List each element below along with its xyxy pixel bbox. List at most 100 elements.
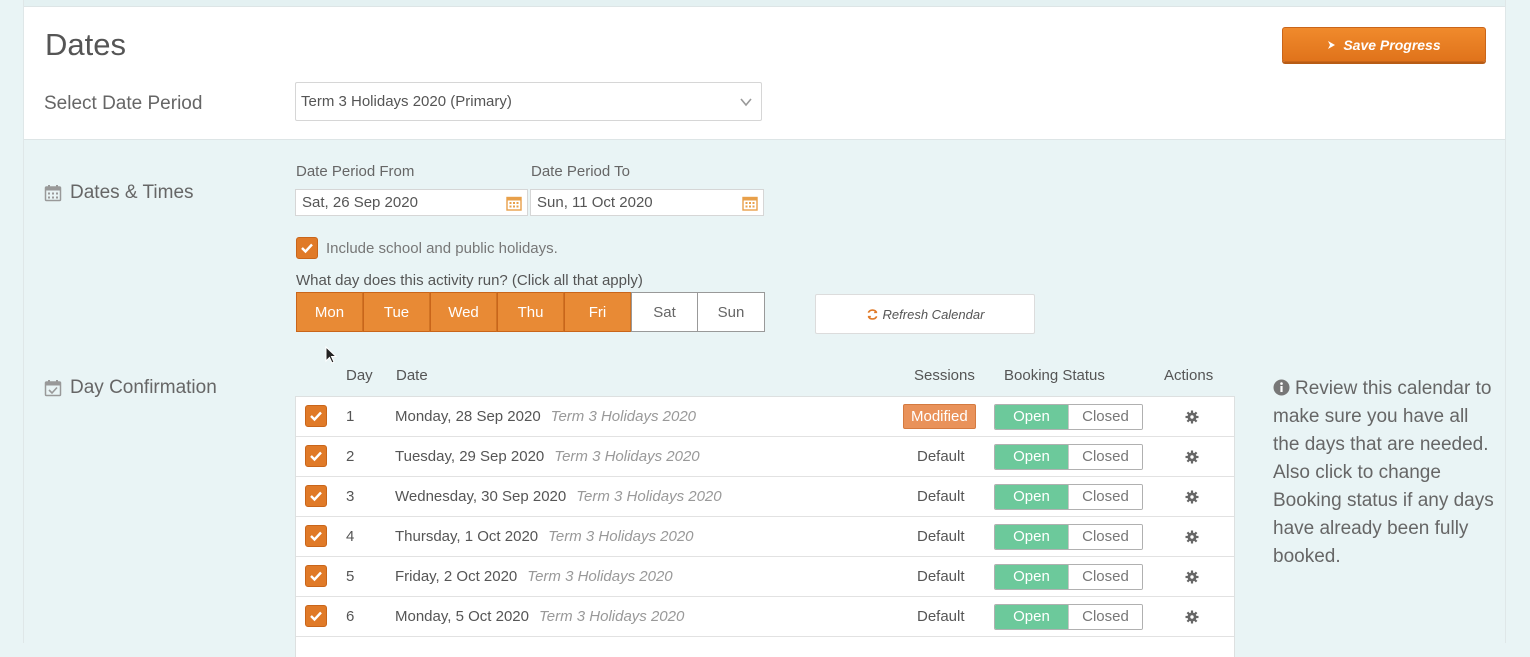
date-to-input[interactable]: Sun, 11 Oct 2020	[530, 189, 764, 216]
include-holidays-label: Include school and public holidays.	[326, 240, 558, 257]
day-toggle-wed[interactable]: Wed	[430, 292, 497, 332]
checkmark-icon	[310, 611, 322, 622]
gear-icon[interactable]	[1185, 490, 1199, 504]
day-toggle-tue[interactable]: Tue	[363, 292, 430, 332]
sessions-modified-badge[interactable]: Modified	[903, 404, 976, 429]
day-confirm-checkbox[interactable]	[305, 485, 327, 507]
column-header-actions: Actions	[1164, 367, 1214, 384]
status-closed-button[interactable]: Closed	[1068, 524, 1142, 549]
top-strip	[24, 0, 1505, 7]
save-arrow-icon	[1328, 40, 1336, 49]
day-toggle-sun[interactable]: Sun	[698, 292, 765, 332]
term-name: Term 3 Holidays 2020	[538, 608, 685, 625]
day-number: 1	[346, 408, 355, 425]
day-confirm-checkbox[interactable]	[305, 565, 327, 587]
date-cell: Wednesday, 30 Sep 2020 Term 3 Holidays 20…	[395, 477, 722, 516]
table-row: 1 Monday, 28 Sep 2020 Term 3 Holidays 202…	[296, 397, 1234, 437]
table-row: 4 Thursday, 1 Oct 2020 Term 3 Holidays 20…	[296, 517, 1234, 557]
date-text: Tuesday, 29 Sep 2020	[395, 448, 545, 465]
date-text: Wednesday, 30 Sep 2020	[395, 488, 567, 505]
day-toggle-thu[interactable]: Thu	[497, 292, 564, 332]
calendar-review-hint: Review this calendar to make sure you ha…	[1273, 375, 1495, 571]
day-toggle-fri[interactable]: Fri	[564, 292, 631, 332]
day-confirm-checkbox[interactable]	[305, 405, 327, 427]
status-open-button[interactable]: Open	[995, 444, 1068, 469]
term-name: Term 3 Holidays 2020	[548, 528, 694, 545]
calendar-icon	[44, 185, 62, 202]
dates-times-label-text: Dates & Times	[70, 182, 194, 203]
status-closed-button[interactable]: Closed	[1068, 564, 1142, 589]
column-header-sessions: Sessions	[914, 367, 975, 384]
sessions-cell: Default	[917, 608, 965, 625]
gear-icon[interactable]	[1185, 410, 1199, 424]
status-open-button[interactable]: Open	[995, 404, 1068, 429]
day-number: 3	[346, 488, 355, 505]
date-period-select[interactable]: Term 3 Holidays 2020 (Primary)	[295, 82, 762, 121]
include-holidays-checkbox[interactable]	[296, 237, 318, 259]
day-confirm-checkbox[interactable]	[305, 605, 327, 627]
status-closed-button[interactable]: Closed	[1068, 404, 1142, 429]
date-cell: Thursday, 1 Oct 2020 Term 3 Holidays 2020	[395, 517, 694, 556]
status-open-button[interactable]: Open	[995, 604, 1068, 629]
status-open-button[interactable]: Open	[995, 484, 1068, 509]
gear-icon[interactable]	[1185, 610, 1199, 624]
activity-days-question: What day does this activity run? (Click …	[296, 272, 643, 289]
date-text: Thursday, 1 Oct 2020	[395, 528, 539, 545]
refresh-calendar-button[interactable]: Refresh Calendar	[815, 294, 1035, 334]
gear-icon[interactable]	[1185, 530, 1199, 544]
calendar-check-icon	[44, 380, 62, 397]
actions-cell	[1185, 557, 1199, 596]
sessions-cell: Default	[917, 528, 965, 545]
day-toggle-sat[interactable]: Sat	[631, 292, 698, 332]
calendar-icon[interactable]	[506, 195, 522, 211]
day-toggle-mon[interactable]: Mon	[296, 292, 363, 332]
date-cell: Monday, 5 Oct 2020 Term 3 Holidays 2020	[395, 597, 684, 636]
info-icon	[1273, 379, 1290, 396]
status-closed-button[interactable]: Closed	[1068, 444, 1142, 469]
actions-cell	[1185, 477, 1199, 516]
save-progress-button[interactable]: Save Progress	[1282, 27, 1486, 62]
term-name: Term 3 Holidays 2020	[550, 408, 697, 425]
actions-cell	[1185, 597, 1199, 636]
booking-status-toggle: Open Closed	[994, 517, 1143, 556]
status-open-button[interactable]: Open	[995, 524, 1068, 549]
save-progress-label: Save Progress	[1343, 36, 1441, 53]
date-text: Friday, 2 Oct 2020	[395, 568, 518, 585]
date-text: Monday, 28 Sep 2020	[395, 408, 541, 425]
main-card: Dates Save Progress Select Date Period T…	[23, 0, 1506, 657]
date-text: Monday, 5 Oct 2020	[395, 608, 529, 625]
date-cell: Friday, 2 Oct 2020 Term 3 Holidays 2020	[395, 557, 673, 596]
checkmark-icon	[310, 451, 322, 462]
date-to-value: Sun, 11 Oct 2020	[537, 194, 653, 211]
sessions-cell: Default	[917, 568, 965, 585]
date-from-input[interactable]: Sat, 26 Sep 2020	[295, 189, 528, 216]
day-confirm-checkbox[interactable]	[305, 525, 327, 547]
term-name: Term 3 Holidays 2020	[576, 488, 722, 505]
sessions-cell: Default	[917, 488, 965, 505]
checkmark-icon	[310, 531, 322, 542]
gear-icon[interactable]	[1185, 570, 1199, 584]
booking-status-toggle: Open Closed	[994, 597, 1143, 636]
day-number: 6	[346, 608, 355, 625]
page-title: Dates	[45, 27, 126, 62]
status-closed-button[interactable]: Closed	[1068, 484, 1142, 509]
table-row: 6 Monday, 5 Oct 2020 Term 3 Holidays 2020…	[296, 597, 1234, 637]
status-closed-button[interactable]: Closed	[1068, 604, 1142, 629]
date-to-label: Date Period To	[531, 163, 630, 180]
refresh-icon	[867, 308, 877, 320]
date-from-label: Date Period From	[296, 163, 415, 180]
calendar-icon[interactable]	[742, 195, 758, 211]
table-row: 2 Tuesday, 29 Sep 2020 Term 3 Holidays 20…	[296, 437, 1234, 477]
checkmark-icon	[310, 491, 322, 502]
table-row: 5 Friday, 2 Oct 2020 Term 3 Holidays 2020…	[296, 557, 1234, 597]
sessions-cell: Modified	[903, 397, 976, 436]
date-cell: Tuesday, 29 Sep 2020 Term 3 Holidays 2020	[395, 437, 700, 476]
booking-status-toggle: Open Closed	[994, 397, 1143, 436]
day-confirm-checkbox[interactable]	[305, 445, 327, 467]
day-confirmation-table: 1 Monday, 28 Sep 2020 Term 3 Holidays 202…	[295, 396, 1235, 657]
weekday-toggle-group: Mon Tue Wed Thu Fri Sat Sun	[296, 292, 765, 332]
header-panel: Dates Save Progress Select Date Period T…	[24, 7, 1505, 140]
gear-icon[interactable]	[1185, 450, 1199, 464]
checkmark-icon	[310, 571, 322, 582]
status-open-button[interactable]: Open	[995, 564, 1068, 589]
